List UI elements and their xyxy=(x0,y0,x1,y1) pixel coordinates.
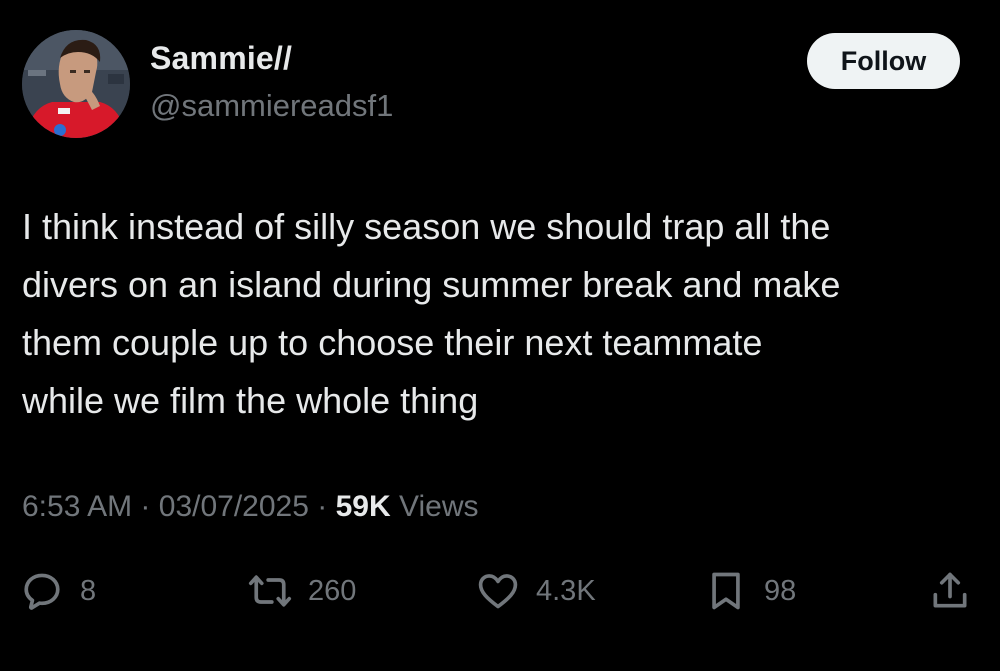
display-name[interactable]: Sammie// xyxy=(150,40,292,77)
retweet-count: 260 xyxy=(308,574,357,607)
like-button[interactable]: 4.3K xyxy=(476,565,596,617)
meta-separator: · xyxy=(317,490,328,523)
bookmark-button[interactable]: 98 xyxy=(704,565,796,617)
tweet-text: I think instead of silly season we shoul… xyxy=(22,206,841,421)
meta-separator: · xyxy=(140,490,151,523)
reply-count: 8 xyxy=(80,574,97,607)
tweet-date[interactable]: 03/07/2025 xyxy=(159,490,309,523)
share-button[interactable] xyxy=(928,565,972,617)
views-label[interactable]: Views xyxy=(399,490,478,523)
heart-icon xyxy=(476,569,520,613)
tweet-time[interactable]: 6:53 AM xyxy=(22,490,132,523)
retweet-icon xyxy=(248,569,292,613)
tweet-meta: 6:53 AM · 03/07/2025 · 59K Views xyxy=(22,490,478,524)
reply-icon xyxy=(20,569,64,613)
like-count: 4.3K xyxy=(536,574,596,607)
avatar[interactable] xyxy=(22,30,130,138)
views-count[interactable]: 59K xyxy=(336,490,391,523)
bookmark-count: 98 xyxy=(764,574,797,607)
bookmark-icon xyxy=(704,569,748,613)
avatar-image xyxy=(22,30,130,138)
follow-button[interactable]: Follow xyxy=(807,33,960,89)
user-handle[interactable]: @sammiereadsf1 xyxy=(150,88,393,124)
retweet-button[interactable]: 260 xyxy=(248,565,356,617)
reply-button[interactable]: 8 xyxy=(20,565,96,617)
action-bar: 8 260 4.3K 98 xyxy=(0,565,1000,617)
share-icon xyxy=(928,569,972,613)
